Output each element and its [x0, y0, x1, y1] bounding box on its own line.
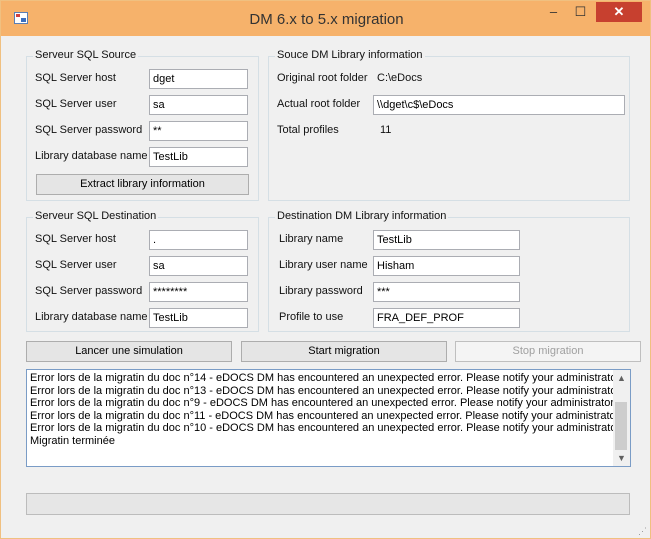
log-line: Error lors de la migratin du doc n°14 - … [30, 372, 623, 384]
profile-label: Profile to use [279, 311, 344, 323]
source-db-label: Library database name [35, 150, 148, 162]
scroll-thumb[interactable] [615, 402, 627, 450]
dest-user-input[interactable]: sa [149, 256, 248, 276]
total-profiles-label: Total profiles [277, 124, 339, 136]
main-window: DM 6.x to 5.x migration – ☐ ✕ Serveur SQ… [0, 0, 651, 539]
dest-dm-group-label: Destination DM Library information [275, 210, 449, 222]
simulate-button[interactable]: Lancer une simulation [26, 341, 232, 362]
dest-password-label: SQL Server password [35, 285, 143, 297]
stop-migration-button[interactable]: Stop migration [455, 341, 641, 362]
scroll-down-icon[interactable]: ▼ [613, 450, 630, 466]
source-password-label: SQL Server password [35, 124, 143, 136]
dest-password-input[interactable]: ******** [149, 282, 248, 302]
actual-root-label: Actual root folder [277, 98, 361, 110]
extract-library-button[interactable]: Extract library information [36, 174, 249, 195]
total-profiles-value: 11 [380, 124, 392, 136]
dest-host-label: SQL Server host [35, 233, 116, 245]
source-host-input[interactable]: dget [149, 69, 248, 89]
minimize-button[interactable]: – [540, 2, 567, 22]
original-root-value: C:\eDocs [377, 72, 423, 84]
library-user-label: Library user name [279, 259, 368, 271]
log-line: Migratin terminée [30, 434, 115, 447]
log-line: Error lors de la migratin du doc n°10 - … [30, 422, 623, 434]
actual-root-input[interactable]: \\dget\c$\eDocs [373, 95, 625, 115]
title-bar[interactable]: DM 6.x to 5.x migration – ☐ ✕ [1, 1, 650, 36]
dest-sql-group-label: Serveur SQL Destination [33, 210, 159, 222]
start-migration-button[interactable]: Start migration [241, 341, 447, 362]
log-textbox[interactable]: Error lors de la migratin du doc n°14 - … [26, 369, 631, 467]
dest-db-label: Library database name [35, 311, 148, 323]
source-password-input[interactable]: ** [149, 121, 248, 141]
library-password-input[interactable]: *** [373, 282, 520, 302]
source-user-label: SQL Server user [35, 98, 117, 110]
library-password-label: Library password [279, 285, 363, 297]
dest-host-input[interactable]: . [149, 230, 248, 250]
dest-sql-group: Serveur SQL Destination SQL Server host … [26, 210, 259, 332]
dest-dm-group: Destination DM Library information Libra… [268, 210, 630, 332]
source-db-input[interactable]: TestLib [149, 147, 248, 167]
dest-db-input[interactable]: TestLib [149, 308, 248, 328]
source-sql-group: Serveur SQL Source SQL Server host dget … [26, 49, 259, 201]
scroll-up-icon[interactable]: ▲ [613, 370, 630, 386]
library-user-input[interactable]: Hisham [373, 256, 520, 276]
original-root-label: Original root folder [277, 72, 368, 84]
form-client-area: Serveur SQL Source SQL Server host dget … [10, 36, 641, 531]
profile-input[interactable]: FRA_DEF_PROF [373, 308, 520, 328]
size-grip-icon[interactable]: ⋰ [638, 526, 648, 536]
log-scrollbar[interactable]: ▲ ▼ [613, 370, 630, 466]
log-lines: Error lors de la migratin du doc n°14 - … [30, 372, 623, 447]
library-name-input[interactable]: TestLib [373, 230, 520, 250]
migration-progress-bar [26, 493, 630, 515]
close-button[interactable]: ✕ [596, 2, 642, 22]
source-user-input[interactable]: sa [149, 95, 248, 115]
source-dm-group-label: Souce DM Library information [275, 49, 425, 61]
library-name-label: Library name [279, 233, 344, 245]
source-host-label: SQL Server host [35, 72, 116, 84]
source-dm-group: Souce DM Library information Original ro… [268, 49, 630, 201]
log-line: Error lors de la migratin du doc n°13 - … [30, 384, 623, 397]
maximize-button[interactable]: ☐ [567, 2, 594, 22]
log-line: Error lors de la migratin du doc n°9 - e… [30, 397, 617, 409]
log-line: Error lors de la migratin du doc n°11 - … [30, 409, 622, 422]
dest-user-label: SQL Server user [35, 259, 117, 271]
source-sql-group-label: Serveur SQL Source [33, 49, 139, 61]
